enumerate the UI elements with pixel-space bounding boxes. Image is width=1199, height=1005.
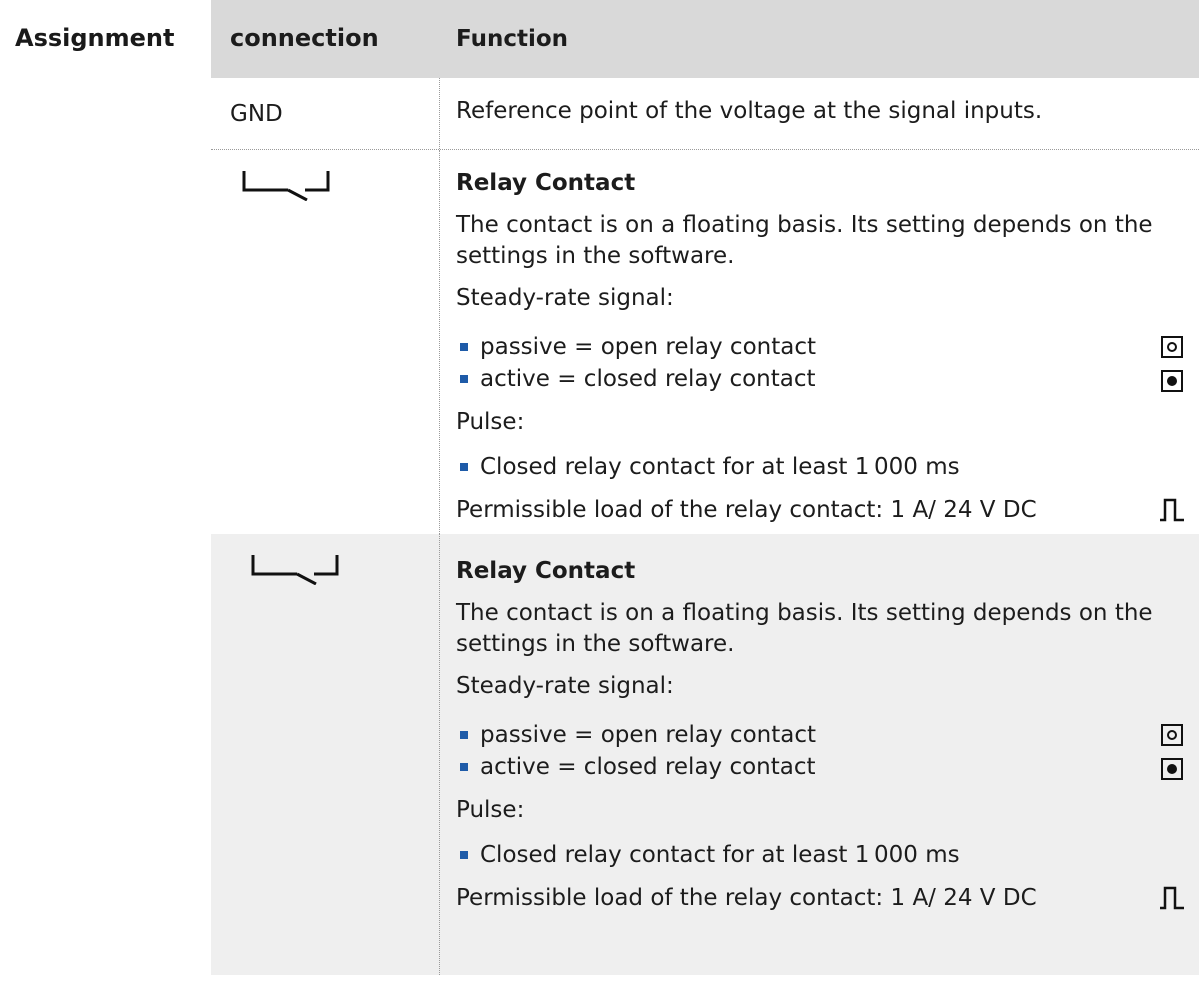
assignment-table: connection Function GND Reference point … xyxy=(211,0,1199,975)
list-item: active = closed relay contact xyxy=(456,752,1185,784)
relay-function: Relay Contact The contact is on a floati… xyxy=(456,168,1185,526)
gnd-connection: GND xyxy=(230,101,283,127)
relay-contact-icon xyxy=(251,555,339,585)
closed-contact-icon xyxy=(1161,370,1183,392)
table-row-gnd: GND Reference point of the voltage at th… xyxy=(211,78,1199,149)
pulse-list: Closed relay contact for at least 1 000 … xyxy=(456,452,1185,484)
gnd-function: Reference point of the voltage at the si… xyxy=(456,98,1043,124)
steady-label: Steady-rate signal: xyxy=(456,285,674,311)
steady-label: Steady-rate signal: xyxy=(456,673,674,699)
list-item: passive = open relay contact xyxy=(456,720,1185,752)
relay-title: Relay Contact xyxy=(456,170,636,196)
relay-title: Relay Contact xyxy=(456,558,636,584)
pulse-list: Closed relay contact for at least 1 000 … xyxy=(456,840,1185,872)
table-row-relay-1: Relay Contact The contact is on a floati… xyxy=(211,149,1199,534)
pulse-label: Pulse: xyxy=(456,409,525,435)
list-item: passive = open relay contact xyxy=(456,332,1185,364)
table-row-relay-2: Relay Contact The contact is on a floati… xyxy=(211,534,1199,975)
header-function: Function xyxy=(456,26,569,52)
relay-description: The contact is on a floating basis. Its … xyxy=(456,600,1153,657)
table-header: connection Function xyxy=(211,0,1199,78)
pulse-signal-icon xyxy=(1160,498,1184,522)
pulse-label: Pulse: xyxy=(456,797,525,823)
load-text: Permissible load of the relay contact: 1… xyxy=(456,495,1185,526)
open-contact-icon xyxy=(1161,724,1183,746)
open-contact-icon xyxy=(1161,336,1183,358)
section-label: Assignment xyxy=(15,24,175,52)
steady-list: passive = open relay contact active = cl… xyxy=(456,720,1185,784)
closed-contact-icon xyxy=(1161,758,1183,780)
pulse-signal-icon xyxy=(1160,886,1184,910)
list-item: Closed relay contact for at least 1 000 … xyxy=(456,840,1185,872)
header-connection: connection xyxy=(230,24,379,52)
relay-contact-icon xyxy=(242,171,330,201)
relay-function: Relay Contact The contact is on a floati… xyxy=(456,556,1185,914)
load-text: Permissible load of the relay contact: 1… xyxy=(456,883,1185,914)
steady-list: passive = open relay contact active = cl… xyxy=(456,332,1185,396)
list-item: active = closed relay contact xyxy=(456,364,1185,396)
relay-description: The contact is on a floating basis. Its … xyxy=(456,212,1153,269)
list-item: Closed relay contact for at least 1 000 … xyxy=(456,452,1185,484)
